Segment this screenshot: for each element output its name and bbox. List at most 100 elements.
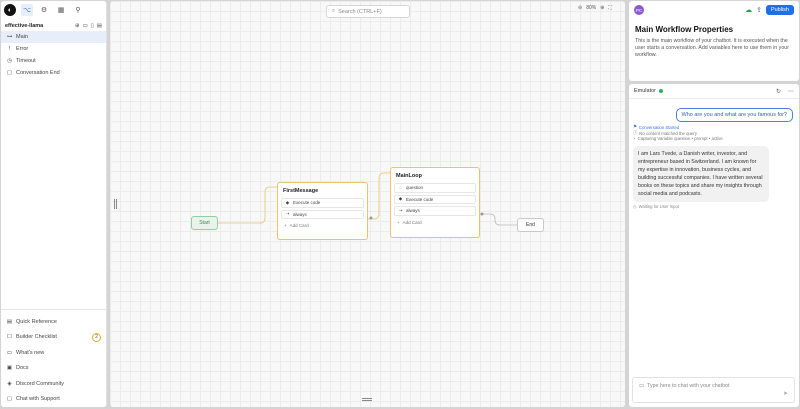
support-chat-icon: ▢ [6, 396, 13, 403]
card-label: always [293, 211, 307, 217]
hooks-icon[interactable]: ⚲ [72, 4, 84, 16]
whats-new-icon: ▭ [6, 349, 13, 356]
trace-capturing: ◔ Capturing Variable question • prompt •… [633, 136, 723, 141]
sidebar-item-main[interactable]: ⊶ Main [1, 31, 106, 43]
refresh-icon[interactable]: ↻ [776, 88, 781, 95]
waiting-status: ◷ Waiting for User Input [633, 204, 679, 209]
more-icon[interactable]: ⋯ [788, 88, 794, 95]
edge-main-end [480, 213, 517, 226]
workflow-description: This is the main workflow of your chatbo… [635, 38, 789, 58]
integrations-icon[interactable]: ⚙ [38, 4, 50, 16]
footer-link-what-s-new[interactable]: ▭ What's new [1, 345, 106, 361]
execute-code-icon: ◆ [398, 196, 403, 202]
count-badge: 2 [92, 332, 101, 342]
emulator-header: Emulator ↻ ⋯ [629, 84, 799, 99]
card-label: question [406, 185, 424, 191]
end-node[interactable]: End [517, 218, 544, 232]
card-label: always [406, 208, 420, 214]
quick-reference-icon: ▤ [6, 318, 13, 325]
nav-label: Docs [16, 365, 29, 372]
nav-label: Timeout [16, 58, 36, 64]
bot-message: I am Lars Tvede, a Danish writer, invest… [633, 146, 769, 202]
timeout-flow-icon: ◷ [7, 58, 12, 64]
workflow-list: ⊶ Main! Error ◷ Timeout ▢ Conversation End [1, 31, 106, 79]
card-question[interactable]: ◌ question [394, 183, 476, 193]
user-message: Who are you and what are you famous for? [675, 108, 793, 122]
nav-label: Error [16, 46, 29, 52]
properties-panel: PC ☁ ⇪ Publish Main Workflow Properties … [629, 1, 799, 81]
footer-link-docs[interactable]: ▣ Docs [1, 361, 106, 377]
trace-text: No content matched the query [639, 130, 697, 136]
chat-icon: ▭ [639, 383, 645, 389]
emulator-label: Emulator [634, 88, 657, 94]
docs-icon: ▣ [6, 365, 13, 372]
nav-label: Discord Community [16, 380, 64, 387]
nav-label: Quick Reference [16, 318, 57, 325]
edge-start-first [218, 186, 277, 224]
layout-icon[interactable]: ▤ [97, 23, 102, 29]
workflow-actions: ⊕ ▭ ▯ ▤ [75, 23, 102, 29]
waiting-text: Waiting for User Input [638, 204, 679, 209]
status-online-icon [659, 89, 664, 93]
sidebar-item-timeout[interactable]: ◷ Timeout [1, 55, 106, 67]
add-card-button[interactable]: + Add Card [394, 218, 476, 227]
card-execute-code[interactable]: ◆ Execute code [394, 194, 476, 204]
workflow-canvas[interactable]: ⌕ Search (CTRL+F) ⊖ 80% ⊕ ⛶ Start FirstM… [110, 1, 625, 407]
sidebar-resize-handle[interactable] [114, 199, 117, 209]
node-first-message[interactable]: FirstMessage ◆ Execute code ⇢ always + Add … [277, 182, 368, 240]
add-card-label: Add Card [289, 223, 309, 228]
footer-link-discord-community[interactable]: ◈ Discord Community [1, 376, 106, 392]
book-icon[interactable]: ▯ [91, 23, 94, 29]
node-main-loop[interactable]: MainLoop ◌ question ◆ Execute code ⇢ always +… [390, 167, 480, 238]
error-flow-icon: ! [8, 46, 11, 52]
library-icon[interactable]: ▦ [55, 4, 67, 16]
footer-link-builder-checklist[interactable]: ☐ Builder Checklist 2 [1, 330, 106, 346]
discord-icon: ◈ [7, 380, 12, 387]
logo-icon[interactable]: ◐ [4, 4, 16, 16]
trace-text: Capturing Variable question • prompt • a… [637, 136, 723, 141]
nav-label: Chat with Support [16, 396, 60, 403]
sidebar-item-error[interactable]: ! Error [1, 43, 106, 55]
clock-icon: ◷ [633, 204, 637, 209]
question-icon: ◌ [399, 185, 402, 191]
sidebar-item-conversation-end[interactable]: ▢ Conversation End [1, 67, 106, 79]
nav-label: Conversation End [16, 70, 60, 76]
capture-icon: ◔ [633, 136, 636, 141]
footer-link-quick-reference[interactable]: ▤ Quick Reference [1, 314, 106, 330]
flows-icon[interactable]: ⌥ [21, 4, 33, 16]
chat-input[interactable]: ▭ Type here to chat with your chatbot ➤ [632, 377, 795, 403]
chat-placeholder: Type here to chat with your chatbot [647, 383, 730, 389]
checklist-icon: ☐ [7, 334, 12, 341]
send-icon[interactable]: ➤ [783, 390, 788, 397]
node-title: MainLoop [396, 173, 422, 179]
add-card-button[interactable]: + Add Card [281, 221, 364, 230]
card-always[interactable]: ⇢ always [394, 206, 476, 216]
nav-label: Main [16, 34, 28, 40]
header-bar: PC ☁ ⇪ Publish [629, 1, 799, 19]
page-title: Main Workflow Properties [635, 25, 734, 34]
always-transition-icon: ⇢ [285, 211, 290, 217]
trace-text: Conversation Started [638, 124, 680, 130]
avatar[interactable]: PC [634, 5, 644, 15]
share-icon[interactable]: ⇪ [756, 6, 762, 14]
right-panel: PC ☁ ⇪ Publish Main Workflow Properties … [629, 1, 799, 407]
folder-icon[interactable]: ▭ [83, 23, 88, 29]
card-always[interactable]: ⇢ always [281, 209, 364, 219]
conversation-end-icon: ▢ [6, 70, 13, 76]
nav-label: What's new [16, 349, 45, 356]
publish-button[interactable]: Publish [765, 5, 794, 15]
execute-code-icon: ◆ [285, 199, 290, 205]
start-node[interactable]: Start [191, 216, 218, 230]
sidebar-topbar: ◐ ⌥ ⚙ ▦ ⚲ [1, 1, 106, 19]
bot-name: effective-llama [5, 22, 44, 29]
plus-icon: + [397, 219, 400, 225]
node-title: FirstMessage [283, 188, 319, 194]
card-execute-code[interactable]: ◆ Execute code [281, 198, 364, 208]
footer-link-chat-with-support[interactable]: ▢ Chat with Support [1, 392, 106, 408]
always-transition-icon: ⇢ [398, 207, 403, 213]
bot-name-row: effective-llama ⊕ ▭ ▯ ▤ [1, 20, 106, 31]
plus-icon: + [284, 223, 287, 228]
sidebar: ◐ ⌥ ⚙ ▦ ⚲ effective-llama ⊕ ▭ ▯ ▤ ⊶ Main!… [1, 1, 107, 407]
add-workflow-icon[interactable]: ⊕ [75, 23, 80, 29]
bottom-panel-handle[interactable] [362, 398, 372, 401]
